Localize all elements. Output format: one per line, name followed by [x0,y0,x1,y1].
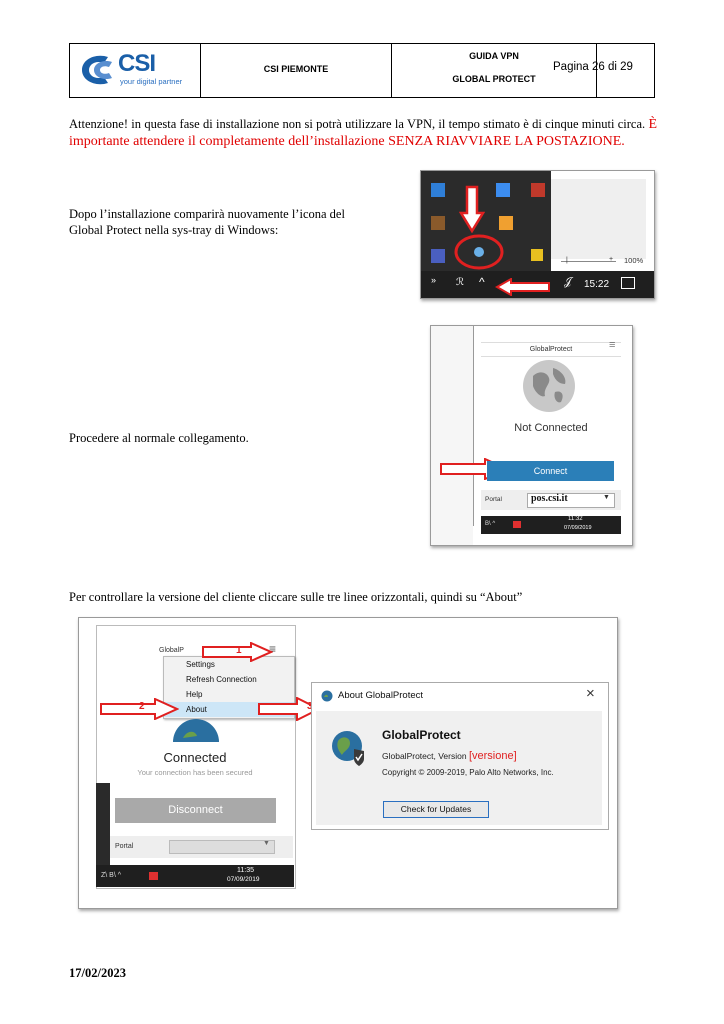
copyright: Copyright © 2009-2019, Palo Alto Network… [382,768,554,777]
tray-app-icon [531,249,543,261]
gp-window-screenshot: GlobalProtect ≡ Not Connected Connect Po… [430,325,633,546]
chevron-down-icon: ▼ [263,840,270,847]
desktop-background [431,326,473,545]
proceed-text: Procedere al normale collegamento. [69,431,249,445]
user-icon: ℛ [456,277,464,288]
version-line: GlobalProtect, Version [versione] [382,750,517,762]
globalprotect-logo-icon [332,731,364,766]
taskbar [481,516,621,534]
taskbar-date: 07/09/2019 [227,876,260,883]
org-cell: CSI PIEMONTE [201,44,392,97]
tray-icons: Z\ B\ ^ [101,872,122,879]
show-hidden-icons-chevron[interactable]: ^ [479,275,485,289]
taskbar-date: 07/09/2019 [564,525,592,531]
guide-line1: GUIDA VPN [469,51,519,61]
chevrons-icon: » [431,275,437,285]
tray-background-window [551,179,646,259]
document-header: CSI your digital partner CSI PIEMONTE GU… [69,43,655,98]
volume-slider[interactable] [561,261,616,262]
globalprotect-tray-icon[interactable] [454,233,504,271]
check-version-text: Per controllare la versione del cliente … [69,590,523,604]
step-2-label: 2 [139,701,145,712]
hamburger-menu-icon[interactable]: ≡ [609,339,615,351]
portal-label: Portal [485,496,502,503]
close-icon[interactable]: × [586,685,595,702]
tray-app-icon [513,521,521,528]
menu-item-refresh-connection[interactable]: Refresh Connection [164,672,294,687]
product-name: GlobalProtect [382,728,461,742]
after-install-text: Dopo l’installazione comparirà nuovament… [69,207,345,237]
guide-line2: GLOBAL PROTECT [452,74,536,84]
footer-date: 17/02/2023 [69,966,126,980]
about-screenshot: GlobalP ≡ Settings Refresh Connection He… [78,617,618,909]
taskbar-clock: 11:35 [237,867,254,874]
connect-button[interactable]: Connect [487,461,614,481]
check-updates-button[interactable]: Check for Updates [383,801,489,818]
tray-app-icon [431,249,445,263]
logo-text: CSI [118,50,156,77]
chevron-down-icon: ▼ [603,494,610,501]
connection-status: Connected [163,750,227,765]
taskbar [96,865,294,887]
arrow-left-icon [495,278,550,296]
org-name: CSI PIEMONTE [263,64,329,74]
tray-app-icon [499,216,513,230]
taskbar-clock: 11:32 [568,516,583,522]
portal-label: Portal [115,843,134,850]
tray-app-icon [149,872,158,880]
tray-clock: 15:22 [584,279,610,290]
globe-icon [523,360,575,412]
slider-handle: | [566,257,568,264]
logo-cell: CSI your digital partner [70,44,201,97]
csi-logo-icon [82,55,112,85]
tray-app-icon [496,183,510,197]
tray-icons: B\ ^ [485,521,496,527]
warning-text: Attenzione! in questa fase di installazi… [69,117,646,131]
tray-app-icon [431,216,445,230]
connection-status-subtitle: Your connection has been secured [137,768,253,777]
pen-icon: 𝒥 [564,276,572,288]
globalprotect-icon [321,690,333,702]
tray-screenshot: | + 100% » ℛ ^ 𝒥 15:22 [420,170,655,299]
gp-title: GlobalProtect [481,342,621,357]
gp-panel-title: GlobalP [159,647,184,654]
globe-icon [173,719,219,742]
about-dialog-title: About GlobalProtect [338,690,424,701]
portal-select[interactable] [169,840,275,854]
connection-status: Not Connected [514,422,588,434]
tray-app-icon [431,183,445,197]
version-value: [versione] [468,750,517,762]
portal-value: pos.csi.it [531,493,568,504]
window-border [473,326,474,526]
version-prefix: GlobalProtect, Version [382,751,467,761]
zoom-level: 100% [624,256,644,265]
page-number: Pagina 26 di 29 [553,61,633,73]
notification-icon[interactable] [621,277,635,289]
about-dialog: About GlobalProtect × GlobalProtect Glob… [311,682,609,830]
disconnect-button[interactable]: Disconnect [115,798,276,823]
logo-tagline: your digital partner [120,77,183,86]
plus-icon: + [609,256,614,263]
arrow-down-icon [459,185,485,233]
tray-app-icon [531,183,545,197]
warning-paragraph: Attenzione! in questa fase di installazi… [69,116,657,150]
step-1-label: 1 [236,645,242,656]
